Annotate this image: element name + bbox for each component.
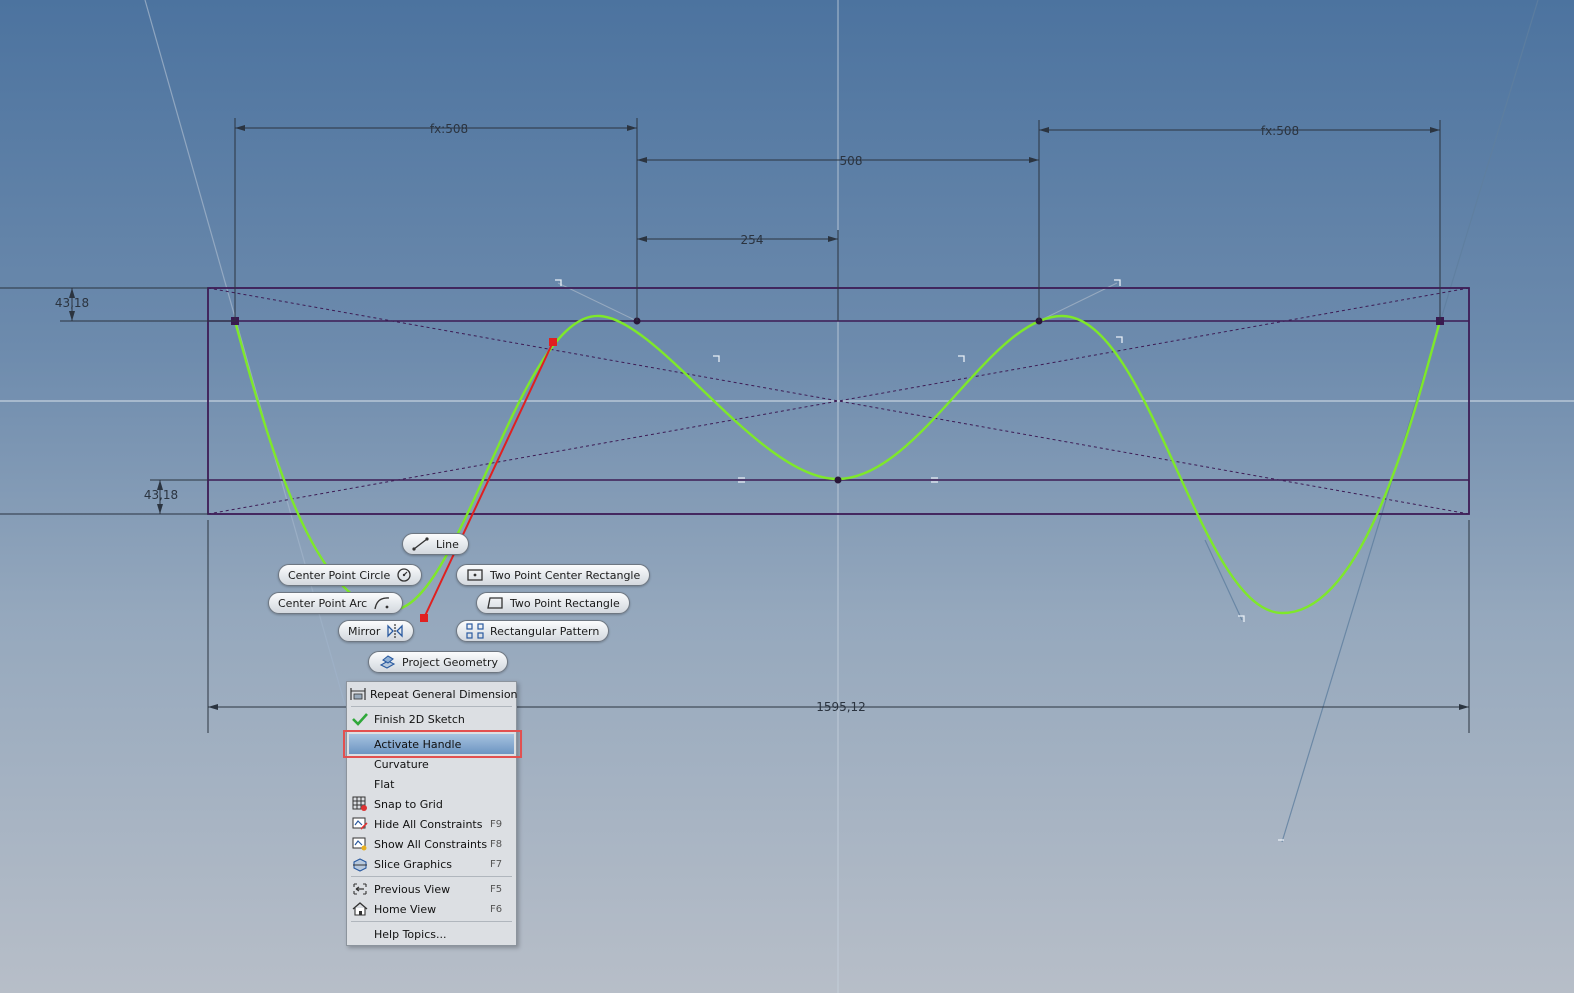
menu-item-hide-all-constraints[interactable]: Hide All Constraints F9	[349, 814, 514, 834]
mirror-icon	[387, 624, 404, 638]
rectangle-icon	[487, 597, 503, 609]
menu-item-label: Previous View	[374, 882, 451, 896]
menu-item-label: Slice Graphics	[374, 857, 452, 871]
two-point-center-rectangle-button[interactable]: Two Point Center Rectangle	[456, 564, 651, 586]
arc-icon	[374, 597, 390, 610]
two-point-center-rectangle-label: Two Point Center Rectangle	[490, 568, 641, 582]
menu-item-shortcut: F7	[490, 858, 503, 870]
two-point-rectangle-label: Two Point Rectangle	[510, 596, 620, 610]
menu-item-snap-to-grid[interactable]: Snap to Grid	[349, 794, 514, 814]
center-point-circle-button[interactable]: Center Point Circle	[278, 564, 423, 586]
sketch-canvas[interactable]: fx:508 fx:508 508 254 43,18 43,18 1595,1…	[0, 0, 1574, 993]
menu-item-shortcut: F6	[490, 903, 503, 915]
menu-item-flat[interactable]: Flat	[349, 774, 514, 794]
show-constraints-icon	[349, 835, 371, 853]
previous-view-icon	[349, 880, 371, 898]
mirror-label: Mirror	[348, 624, 381, 638]
menu-item-label: Hide All Constraints	[374, 817, 483, 831]
menu-item-label: Finish 2D Sketch	[374, 712, 465, 726]
hide-constraints-icon	[349, 815, 371, 833]
menu-item-label: Snap to Grid	[374, 797, 443, 811]
project-geometry-icon	[379, 655, 396, 669]
dimension-overall-width[interactable]: 1595,12	[816, 700, 866, 714]
line-button[interactable]: Line	[402, 533, 469, 555]
dimension-arrows	[69, 125, 1469, 710]
menu-item-label: Curvature	[374, 757, 429, 771]
rectangular-pattern-button[interactable]: Rectangular Pattern	[456, 620, 610, 642]
circle-icon	[397, 568, 411, 582]
constraint-glyphs	[555, 279, 1284, 841]
menu-item-label: Home View	[374, 902, 437, 916]
menu-item-label: Show All Constraints	[374, 837, 488, 851]
project-geometry-button[interactable]: Project Geometry	[368, 651, 508, 673]
menu-item-previous-view[interactable]: Previous View F5	[349, 879, 514, 899]
menu-separator	[351, 876, 512, 877]
vertex-center-bottom[interactable]	[834, 476, 842, 484]
grid-icon	[349, 795, 371, 813]
rectangular-pattern-label: Rectangular Pattern	[490, 624, 600, 638]
menu-separator	[351, 731, 512, 732]
dimension-left-fx[interactable]: fx:508	[430, 122, 468, 136]
center-point-arc-label: Center Point Arc	[278, 596, 368, 610]
menu-item-slice-graphics[interactable]: Slice Graphics F7	[349, 854, 514, 874]
menu-item-shortcut: F8	[490, 838, 503, 850]
rectangular-pattern-icon	[466, 623, 484, 639]
dimension-icon	[349, 685, 367, 703]
center-rectangle-icon	[467, 569, 483, 581]
menu-item-activate-handle[interactable]: Activate Handle	[349, 734, 514, 754]
menu-item-label: Flat	[374, 777, 395, 791]
construction-line-right	[1281, 0, 1539, 843]
menu-item-label: Activate Handle	[374, 737, 462, 751]
dimension-center-width[interactable]: 508	[840, 154, 863, 168]
menu-separator	[351, 706, 512, 707]
handle-endpoint-top[interactable]	[549, 338, 557, 346]
menu-item-repeat-general-dimension[interactable]: Repeat General Dimension	[349, 684, 518, 704]
menu-item-curvature[interactable]: Curvature	[349, 754, 514, 774]
center-point-circle-label: Center Point Circle	[288, 568, 391, 582]
menu-item-home-view[interactable]: Home View F6	[349, 899, 514, 919]
dimension-bottom-height[interactable]: 43,18	[144, 488, 178, 502]
dimension-half-width[interactable]: 254	[741, 233, 764, 247]
menu-item-label: Help Topics...	[374, 927, 447, 941]
dimension-top-height[interactable]: 43,18	[55, 296, 89, 310]
slice-graphics-icon	[349, 855, 371, 873]
dimension-lines	[0, 118, 1470, 733]
dimension-right-fx[interactable]: fx:508	[1261, 124, 1299, 138]
menu-item-help-topics[interactable]: Help Topics...	[349, 924, 514, 944]
home-icon	[349, 900, 371, 918]
line-label: Line	[436, 537, 459, 551]
center-point-arc-button[interactable]: Center Point Arc	[268, 592, 404, 614]
two-point-rectangle-button[interactable]: Two Point Rectangle	[476, 592, 630, 614]
handle-endpoint-bottom[interactable]	[420, 614, 428, 622]
menu-item-label: Repeat General Dimension	[370, 687, 518, 701]
construction-line-short	[1204, 539, 1243, 621]
project-geometry-label: Project Geometry	[402, 655, 498, 669]
line-icon	[412, 537, 429, 551]
menu-separator	[351, 921, 512, 922]
mirror-button[interactable]: Mirror	[338, 620, 415, 642]
menu-item-finish-2d-sketch[interactable]: Finish 2D Sketch	[349, 709, 514, 729]
menu-item-shortcut: F9	[490, 818, 503, 830]
context-menu: Repeat General Dimension Finish 2D Sketc…	[346, 681, 518, 946]
menu-item-show-all-constraints[interactable]: Show All Constraints F8	[349, 834, 514, 854]
checkmark-icon	[349, 710, 371, 728]
menu-item-shortcut: F5	[490, 883, 503, 895]
